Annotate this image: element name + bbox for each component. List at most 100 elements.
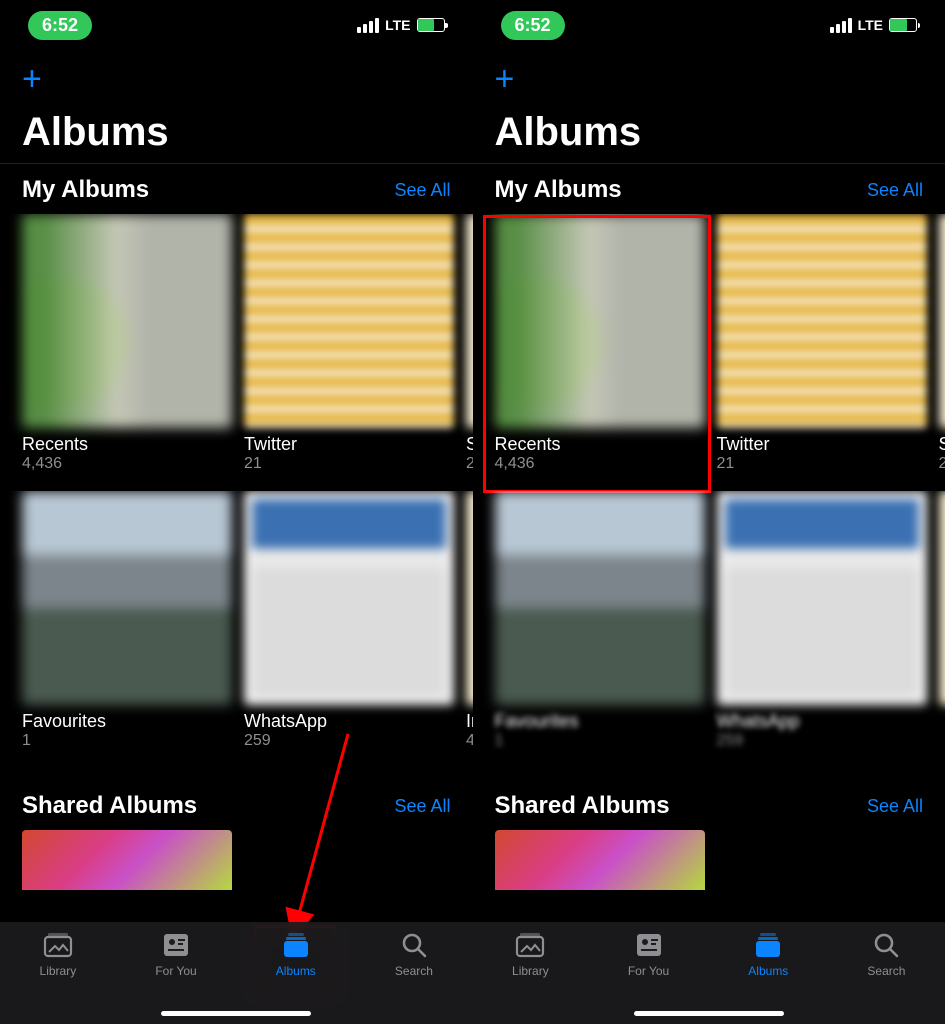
album-count: 1 [495,732,705,750]
shared-album[interactable] [22,830,232,890]
shared-albums-see-all[interactable]: See All [394,796,450,817]
album-favourites[interactable]: Favourites 1 [495,491,705,750]
page-title: Albums [473,96,945,164]
screen-left: 6:52 LTE + Albums My Albums See All Rece… [0,0,473,1024]
tab-label: Library [512,964,549,978]
album-favourites[interactable]: Favourites 1 [22,491,232,750]
home-indicator[interactable] [161,1011,311,1016]
shared-albums-see-all[interactable]: See All [867,796,923,817]
for-you-icon [633,930,665,960]
tab-search[interactable]: Search [395,930,433,1024]
my-albums-see-all[interactable]: See All [394,180,450,201]
albums-icon [752,930,784,960]
album-thumb [244,214,454,428]
album-whatsapp[interactable]: WhatsApp 259 [244,491,454,750]
tab-library[interactable]: Library [512,930,549,1024]
album-thumb [495,491,705,705]
album-whatsapp[interactable]: WhatsApp 259 [717,491,927,750]
tab-library[interactable]: Library [40,930,77,1024]
tab-label: Albums [276,964,316,978]
my-albums-header: My Albums See All [0,164,473,214]
shared-albums-header: Shared Albums See All [0,780,473,830]
shared-albums-title: Shared Albums [22,792,197,820]
album-count: 4,436 [495,455,705,473]
my-albums-title: My Albums [495,176,622,204]
album-row-2: Favourites 1 WhatsApp 259 [473,491,945,750]
album-label: Recents [495,434,705,455]
home-indicator[interactable] [634,1011,784,1016]
tab-label: Search [867,964,905,978]
album-count: 4,436 [22,455,232,473]
album-count: 21 [244,455,454,473]
albums-icon [280,930,312,960]
album-label: Recents [22,434,232,455]
album-count: 259 [244,732,454,750]
album-count: 21 [717,455,927,473]
library-icon [42,930,74,960]
shared-thumb [495,830,705,890]
status-right: LTE [830,17,917,33]
album-thumb [717,214,927,428]
signal-icon [357,18,379,33]
tab-bar: Library For You Albums Search [0,922,473,1024]
tab-label: Library [40,964,77,978]
album-thumb [22,214,232,428]
status-time: 6:52 [28,11,92,40]
library-icon [514,930,546,960]
album-twitter[interactable]: Twitter 21 [717,214,927,473]
album-label: Favourites [495,711,705,732]
album-thumb [244,491,454,705]
album-label: Twitter [244,434,454,455]
tab-label: Albums [748,964,788,978]
album-label: WhatsApp [244,711,454,732]
add-button[interactable]: + [22,62,473,96]
shared-album-row [0,830,473,890]
battery-icon [417,18,445,32]
add-button[interactable]: + [495,62,945,96]
tab-for-you[interactable]: For You [155,930,196,1024]
network-type: LTE [385,17,410,33]
tab-albums[interactable]: Albums [276,930,316,1024]
album-count: 259 [717,732,927,750]
my-albums-header: My Albums See All [473,164,945,214]
screen-right: 6:52 LTE + Albums My Albums See All Rece… [473,0,945,1024]
tab-for-you[interactable]: For You [628,930,669,1024]
signal-icon [830,18,852,33]
shared-album[interactable] [495,830,705,890]
status-bar: 6:52 LTE [0,0,473,50]
search-icon [870,930,902,960]
status-bar: 6:52 LTE [473,0,945,50]
tab-albums[interactable]: Albums [748,930,788,1024]
album-label: S [939,434,945,455]
tab-search[interactable]: Search [867,930,905,1024]
my-albums-see-all[interactable]: See All [867,180,923,201]
album-peek[interactable]: S 2 [939,214,945,473]
album-twitter[interactable]: Twitter 21 [244,214,454,473]
shared-thumb [22,830,232,890]
album-label: Favourites [22,711,232,732]
my-albums-title: My Albums [22,176,149,204]
for-you-icon [160,930,192,960]
tab-label: Search [395,964,433,978]
album-recents[interactable]: Recents 4,436 [22,214,232,473]
album-count: 1 [22,732,232,750]
album-thumb [939,214,945,428]
tab-label: For You [628,964,669,978]
album-count: 2 [939,455,945,473]
album-label: Twitter [717,434,927,455]
battery-icon [889,18,917,32]
tab-bar: Library For You Albums Search [473,922,945,1024]
search-icon [398,930,430,960]
album-row-1: Recents 4,436 Twitter 21 S 2 [0,214,473,473]
status-right: LTE [357,17,444,33]
album-peek2[interactable] [939,491,945,750]
shared-albums-header: Shared Albums See All [473,780,945,830]
page-title: Albums [0,96,473,164]
album-row-1: Recents 4,436 Twitter 21 S 2 [473,214,945,473]
album-label: WhatsApp [717,711,927,732]
album-thumb [22,491,232,705]
shared-albums-title: Shared Albums [495,792,670,820]
album-recents[interactable]: Recents 4,436 [495,214,705,473]
album-thumb [717,491,927,705]
album-thumb [495,214,705,428]
